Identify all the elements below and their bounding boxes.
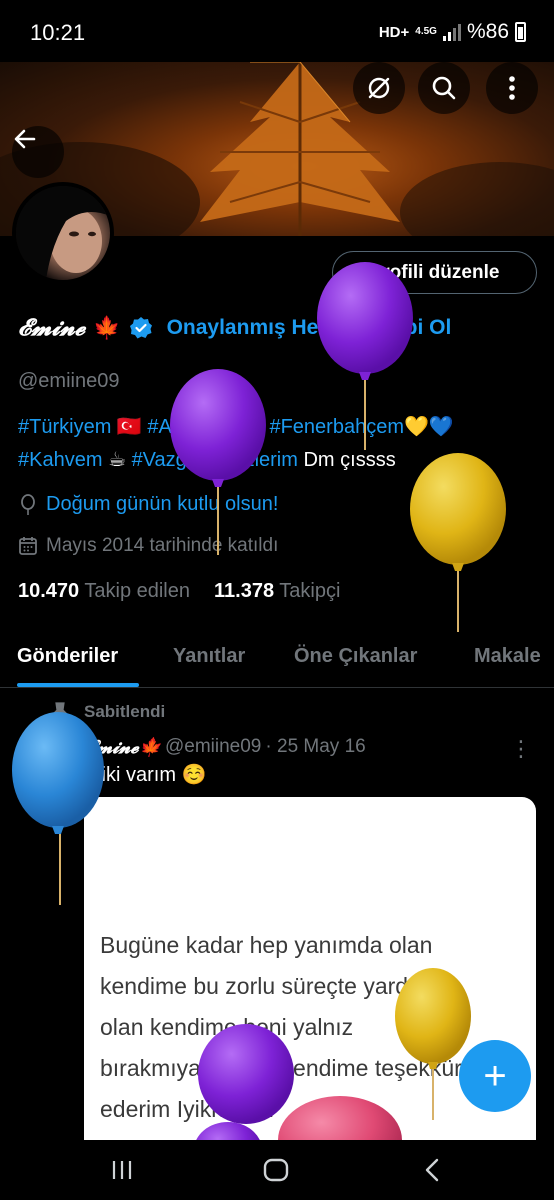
- hashtag-turkiyem[interactable]: #Türkiyem: [18, 416, 111, 438]
- network-type: 4.5G: [415, 26, 437, 37]
- pin-icon: [52, 702, 68, 721]
- image-line-1: Bugüne kadar hep yanımda olan: [100, 932, 433, 958]
- compose-fab-button[interactable]: +: [459, 1040, 531, 1112]
- hashtag-fenerbahcem[interactable]: #Fenerbahçem: [269, 416, 404, 438]
- bio-text: Dm çıssss: [303, 449, 396, 471]
- image-line-4: bırakmıyan kendi kendime teşekkür: [100, 1055, 462, 1081]
- profile-avatar[interactable]: [12, 182, 114, 284]
- joined-row: Mayıs 2014 tarihinde katıldı: [18, 535, 278, 557]
- joined-text: Mayıs 2014 tarihinde katıldı: [46, 535, 279, 556]
- post-image-text: Bugüne kadar hep yanımda olan kendime bu…: [100, 925, 462, 1130]
- following-count: 10.470: [18, 580, 80, 602]
- status-time: 10:21: [30, 20, 86, 45]
- hearts-emoji: 💛💙: [404, 416, 454, 438]
- image-line-5: ederim Iyikivarım: [100, 1096, 274, 1122]
- family-emoji: 👩‍👧💍: [214, 416, 264, 438]
- image-line-2: kendime bu zorlu süreçte yardımcı: [100, 973, 452, 999]
- name-row: 𝓔𝓶𝓲𝓷𝓮 🍁 Onaylanmış Hesap Sahibi Ol: [18, 314, 451, 341]
- post-header: 𝓔𝓶𝓲𝓷𝓮🍁 @emiine09 · 25 May 16: [86, 736, 366, 758]
- back-nav-icon[interactable]: [423, 1158, 441, 1182]
- calendar-icon: [19, 537, 37, 555]
- post-more-icon[interactable]: ⋮: [510, 736, 532, 762]
- balloon-icon: [21, 493, 35, 515]
- post-date: · 25 May 16: [265, 736, 366, 757]
- followers-count: 11.378: [214, 580, 275, 602]
- post-author[interactable]: 𝓔𝓶𝓲𝓷𝓮🍁: [86, 737, 161, 758]
- get-verified-link[interactable]: Onaylanmış Hesap Sahibi Ol: [167, 316, 452, 340]
- bio-line-1: #Türkiyem 🇹🇷 #Ailem 👩‍👧💍 #Fenerbahçem💛💙: [18, 414, 454, 439]
- pinned-label: Sabitlendi: [84, 702, 166, 721]
- edit-profile-button[interactable]: Profili düzenle: [332, 251, 537, 294]
- balloon-yellow-1: [410, 453, 506, 632]
- birthday-row[interactable]: Doğum günün kutlu olsun!: [18, 493, 278, 516]
- birthday-text[interactable]: Doğum günün kutlu olsun!: [46, 493, 278, 516]
- image-line-3: olan kendime beni yalnız: [100, 1014, 354, 1040]
- plus-icon: +: [483, 1053, 507, 1098]
- verified-badge-icon[interactable]: [129, 316, 153, 340]
- signal-icon: [442, 23, 461, 41]
- search-button[interactable]: [418, 62, 470, 114]
- bio-line-2: #Kahvem ☕ #Vazgeçilmezlerim Dm çıssss: [18, 447, 396, 472]
- hashtag-vazgecilmezlerim[interactable]: #Vazgeçilmezlerim: [132, 449, 298, 471]
- followers-label: Takipçi: [279, 580, 341, 602]
- offline-icon: [368, 77, 390, 99]
- back-button[interactable]: [12, 126, 64, 178]
- hashtag-ailem[interactable]: #Ailem: [147, 416, 208, 438]
- back-arrow-icon: [14, 129, 36, 149]
- followers-stat[interactable]: 11.378 Takipçi: [214, 580, 340, 603]
- follow-stats: 10.470 Takip edilen 11.378 Takipçi: [18, 580, 340, 603]
- active-tab-indicator: [17, 683, 139, 687]
- status-bar: 10:21 HD+ 4.5G %86: [0, 0, 554, 62]
- more-button[interactable]: [486, 62, 538, 114]
- search-icon: [432, 76, 456, 100]
- hashtag-kahvem[interactable]: #Kahvem: [18, 449, 103, 471]
- offline-button[interactable]: [353, 62, 405, 114]
- tab-posts[interactable]: Gönderiler: [17, 645, 118, 668]
- battery-icon: [515, 22, 526, 42]
- tab-replies[interactable]: Yanıtlar: [173, 645, 245, 668]
- system-nav-bar: [0, 1140, 554, 1200]
- following-label: Takip edilen: [84, 580, 190, 602]
- tab-highlights[interactable]: Öne Çıkanlar: [294, 645, 417, 668]
- maple-leaf-emoji: 🍁: [93, 314, 121, 340]
- more-vertical-icon: [509, 76, 515, 100]
- profile-handle: @emiine09: [18, 370, 120, 392]
- home-icon[interactable]: [263, 1158, 289, 1182]
- profile-tabs: Gönderiler Yanıtlar Öne Çıkanlar Makale: [0, 632, 554, 688]
- flag-emoji: 🇹🇷: [116, 416, 142, 438]
- network-label: HD+: [378, 23, 410, 41]
- display-name: 𝓔𝓶𝓲𝓷𝓮: [18, 314, 86, 341]
- coffee-emoji: ☕: [108, 449, 126, 471]
- tab-articles[interactable]: Makale: [474, 645, 541, 668]
- post-avatar[interactable]: [18, 730, 72, 784]
- following-stat[interactable]: 10.470 Takip edilen: [18, 580, 190, 603]
- battery-percent: %86: [466, 20, 509, 43]
- status-icons: HD+ 4.5G %86: [379, 20, 526, 44]
- recents-icon[interactable]: [110, 1158, 134, 1182]
- post-text: Iyiki varım ☺️: [86, 764, 207, 786]
- post-handle[interactable]: @emiine09: [165, 736, 261, 758]
